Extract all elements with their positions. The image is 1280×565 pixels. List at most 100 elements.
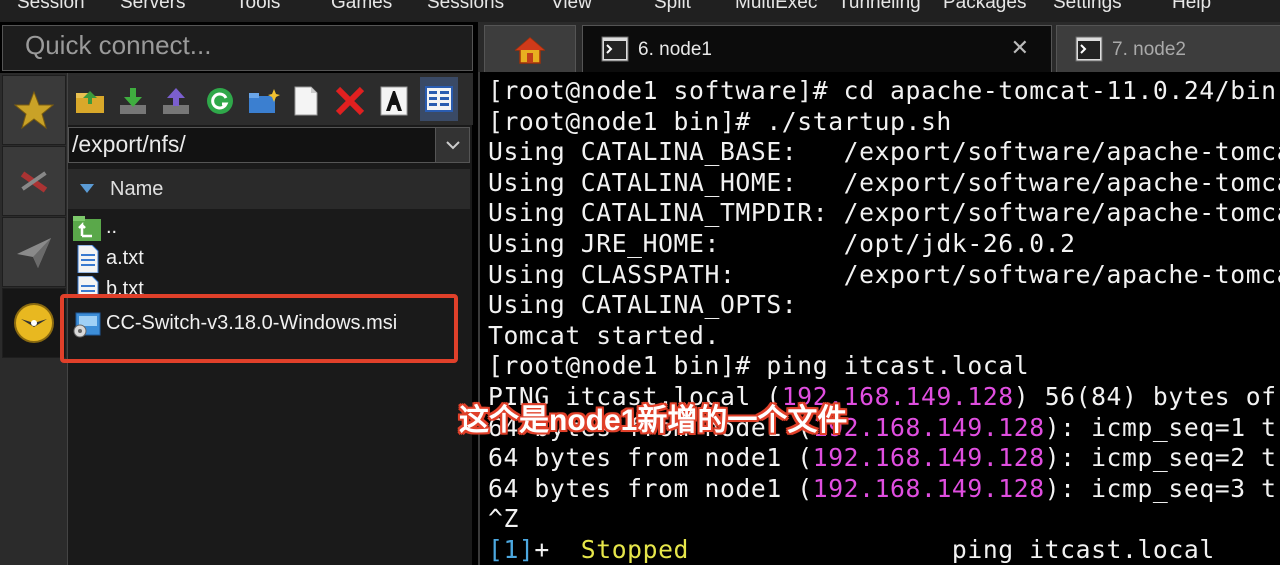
menu-sessions[interactable]: Sessions — [427, 0, 504, 14]
folder-up-icon — [76, 91, 104, 113]
terminal-output[interactable]: [root@node1 software]# cd apache-tomcat-… — [478, 72, 1280, 565]
side-tab-strip — [0, 73, 68, 565]
menu-servers[interactable]: Servers — [120, 0, 185, 14]
new-file-button[interactable] — [290, 85, 322, 117]
menu-split[interactable]: Split — [654, 0, 691, 14]
terminal-text: Using CLASSPATH: /export/software/apache… — [488, 259, 1280, 289]
terminal-text: 64 bytes from node1 ( — [488, 443, 813, 473]
sftp-icon — [14, 303, 54, 343]
menu-tunneling[interactable]: Tunneling — [838, 0, 921, 14]
annotation-highlight-box — [60, 294, 458, 363]
menu-settings[interactable]: Settings — [1053, 0, 1122, 14]
download-button[interactable] — [117, 85, 149, 117]
terminal-line: Tomcat started. — [488, 321, 720, 351]
side-tab-sftp[interactable] — [2, 288, 66, 358]
path-dropdown-button[interactable] — [435, 128, 469, 162]
terminal-icon — [1075, 36, 1103, 62]
terminal-line: 64 bytes from node1 (192.168.149.128): i… — [488, 474, 1277, 504]
paper-plane-icon — [17, 238, 51, 268]
terminal-line: Using CATALINA_OPTS: — [488, 290, 797, 320]
home-icon — [515, 37, 545, 64]
terminal-text: [root@node1 bin]# ./startup.sh — [488, 106, 952, 136]
terminal-text: Tomcat started. — [488, 320, 720, 350]
terminal-line: Using CATALINA_BASE: /export/software/ap… — [488, 137, 1280, 167]
upload-icon — [163, 88, 189, 114]
delete-icon — [335, 86, 365, 116]
tab-label: 7. node2 — [1112, 39, 1186, 60]
terminal-line: Using CATALINA_HOME: /export/software/ap… — [488, 168, 1280, 198]
terminal-line: ^Z — [488, 504, 519, 534]
terminal-text: 192.168.149.128 — [812, 473, 1045, 503]
close-icon[interactable]: ✕ — [1011, 35, 1029, 61]
rename-icon — [380, 86, 408, 116]
terminal-line: Using JRE_HOME: /opt/jdk-26.0.2 — [488, 229, 1076, 259]
remote-path-field[interactable]: /export/nfs/ — [68, 127, 470, 163]
upload-button[interactable] — [160, 85, 192, 117]
side-tab-sessions[interactable] — [2, 75, 66, 145]
text-file-icon — [77, 245, 99, 273]
sort-descending-icon — [80, 184, 94, 193]
tools-icon — [20, 171, 48, 193]
terminal-line: [root@node1 bin]# ping itcast.local — [488, 351, 1029, 381]
tab-label: 6. node1 — [638, 39, 712, 60]
terminal-line: Using CATALINA_TMPDIR: /export/software/… — [488, 198, 1280, 228]
remote-path-text: /export/nfs/ — [72, 131, 186, 157]
terminal-text: Using JRE_HOME: /opt/jdk-26.0.2 — [488, 229, 1076, 258]
terminal-text: ): icmp_seq=1 t — [1044, 412, 1277, 442]
file-name: a.txt — [106, 247, 144, 269]
parent-folder-icon — [73, 216, 101, 241]
refresh-button[interactable] — [204, 85, 236, 117]
terminal-text: ): icmp_seq=2 t — [1044, 443, 1277, 473]
menu-view[interactable]: View — [551, 0, 592, 14]
new-folder-button[interactable] — [248, 85, 280, 117]
terminal-line: [root@node1 bin]# ./startup.sh — [488, 107, 952, 137]
terminal-text: ) 56(84) bytes of — [1013, 382, 1277, 411]
chevron-down-icon — [445, 141, 460, 150]
menu-bar: Session Servers Tools Games Sessions Vie… — [0, 0, 1280, 22]
terminal-text: Stopped — [580, 535, 690, 564]
terminal-text: + — [534, 535, 581, 564]
file-name: .. — [106, 216, 118, 238]
quick-connect-input[interactable]: Quick connect... — [2, 25, 473, 71]
file-row[interactable]: a.txt — [72, 243, 467, 275]
text-file-icon — [77, 276, 99, 296]
delete-button[interactable] — [334, 85, 366, 117]
file-row-parent[interactable]: .. — [72, 212, 467, 244]
side-tab-macros[interactable] — [2, 217, 66, 287]
terminal-line: [1]+ Stopped ping itcast.local — [488, 535, 1215, 565]
terminal-line: 64 bytes from node1 (192.168.149.128): i… — [488, 443, 1277, 473]
download-icon — [120, 88, 146, 114]
tab-node1[interactable]: 6. node1 ✕ — [582, 25, 1052, 72]
terminal-text: [root@node1 bin]# ping itcast.local — [488, 351, 1030, 381]
view-icon — [425, 86, 453, 112]
terminal-text: 192.168.149.128 — [812, 443, 1045, 473]
new-folder-icon — [249, 89, 280, 113]
menu-tools[interactable]: Tools — [236, 0, 280, 14]
terminal-icon — [601, 36, 629, 62]
annotation-caption: 这个是node1新增的一个文件 — [459, 404, 848, 437]
terminal-text: Using CATALINA_BASE: /export/software/ap… — [488, 137, 1280, 167]
menu-multiexec[interactable]: MultiExec — [735, 0, 817, 14]
rename-button[interactable] — [378, 85, 410, 117]
column-header-name[interactable]: Name — [68, 169, 470, 209]
menu-games[interactable]: Games — [331, 0, 392, 14]
folder-up-button[interactable] — [74, 85, 106, 117]
tab-home[interactable] — [484, 25, 576, 72]
terminal-text: ^Z — [488, 504, 519, 534]
session-tab-bar: 6. node1 ✕ 7. node2 — [478, 22, 1280, 72]
file-row[interactable]: b.txt — [72, 274, 467, 296]
view-button[interactable] — [420, 77, 458, 121]
terminal-text: [1] — [488, 535, 535, 564]
terminal-line: [root@node1 software]# cd apache-tomcat-… — [488, 76, 1277, 106]
menu-help[interactable]: Help — [1172, 0, 1211, 14]
terminal-text: Using CATALINA_TMPDIR: /export/software/… — [488, 198, 1280, 228]
menu-packages[interactable]: Packages — [943, 0, 1026, 14]
sftp-toolbar — [68, 73, 473, 125]
terminal-text: 64 bytes from node1 ( — [488, 473, 813, 503]
side-tab-tools[interactable] — [2, 146, 66, 216]
menu-session[interactable]: Session — [17, 0, 85, 14]
terminal-text: ): icmp_seq=3 t — [1044, 473, 1277, 503]
terminal-text: Using CATALINA_OPTS: — [488, 290, 798, 320]
terminal-line: Using CLASSPATH: /export/software/apache… — [488, 260, 1280, 290]
tab-node2[interactable]: 7. node2 — [1056, 25, 1280, 72]
